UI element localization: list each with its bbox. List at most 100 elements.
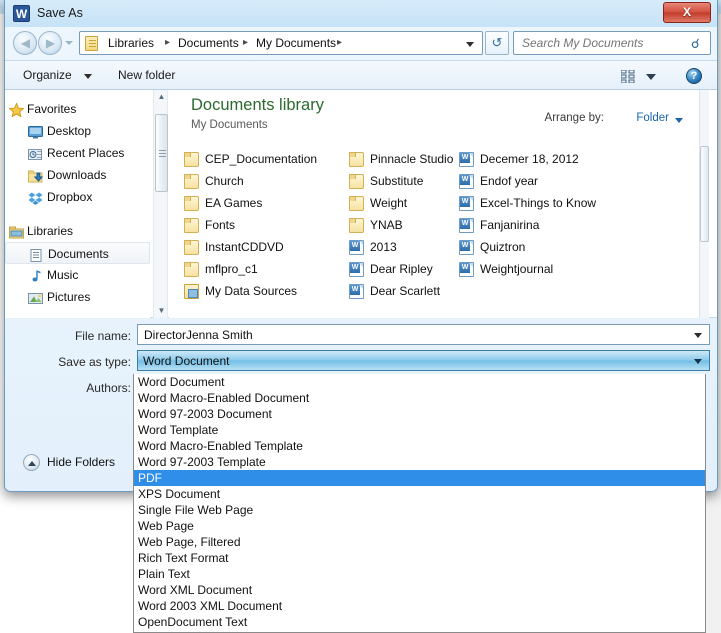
chevron-down-icon[interactable] bbox=[694, 333, 702, 338]
file-item[interactable]: Weightjournal bbox=[458, 258, 708, 280]
dropdown-option[interactable]: Rich Text Format bbox=[134, 550, 705, 566]
file-item[interactable]: Church bbox=[183, 170, 348, 192]
file-item[interactable]: Fonts bbox=[183, 214, 348, 236]
explorer-body: Favorites Desktop Recent Places Download… bbox=[5, 90, 717, 318]
file-item[interactable]: CEP_Documentation bbox=[183, 148, 348, 170]
hide-folders-label: Hide Folders bbox=[47, 455, 116, 469]
dropdown-option[interactable]: Plain Text bbox=[134, 566, 705, 582]
search-box[interactable]: ☌ bbox=[513, 31, 711, 55]
authors-label: Authors: bbox=[86, 381, 131, 395]
dropdown-option[interactable]: Word 2003 XML Document bbox=[134, 598, 705, 614]
folder-icon bbox=[184, 152, 199, 167]
file-item[interactable]: Dear Scarlett bbox=[348, 280, 513, 302]
file-item[interactable]: Fanjanirina bbox=[458, 214, 708, 236]
file-name-input[interactable] bbox=[142, 327, 682, 343]
chevron-down-icon[interactable] bbox=[84, 74, 92, 79]
search-input[interactable] bbox=[520, 34, 685, 52]
folder-icon bbox=[184, 284, 199, 299]
background-document: W Save As X ◀ ▶ Libraries ▸ Documents ▸ … bbox=[0, 0, 721, 633]
file-item[interactable]: EA Games bbox=[183, 192, 348, 214]
file-item[interactable]: Excel-Things to Know bbox=[458, 192, 708, 214]
sidebar-item-libraries[interactable]: Libraries bbox=[5, 220, 150, 242]
file-grid: CEP_Documentation Church EA Games Fonts Inst… bbox=[183, 148, 703, 308]
chevron-down-icon[interactable] bbox=[675, 118, 683, 123]
file-item-label: InstantCDDVD bbox=[205, 240, 284, 254]
sidebar-label: Documents bbox=[48, 247, 109, 261]
chevron-down-icon[interactable] bbox=[646, 74, 656, 80]
word-document-icon bbox=[459, 262, 474, 277]
breadcrumb-separator: ▸ bbox=[243, 37, 249, 48]
sidebar-item-dropbox[interactable]: Dropbox bbox=[5, 186, 150, 208]
sidebar-label: Favorites bbox=[27, 102, 77, 116]
save-as-type-combobox[interactable]: Word Document bbox=[137, 350, 710, 371]
dialog-titlebar: W Save As X bbox=[5, 0, 717, 28]
collapse-up-icon bbox=[23, 454, 40, 471]
dropdown-option[interactable]: Single File Web Page bbox=[134, 502, 705, 518]
forward-arrow-icon: ▶ bbox=[45, 36, 56, 50]
sidebar-scrollbar-thumb[interactable] bbox=[155, 114, 168, 192]
sidebar-item-downloads[interactable]: Downloads bbox=[5, 164, 150, 186]
back-button[interactable]: ◀ bbox=[13, 31, 37, 55]
view-layout-icon[interactable] bbox=[620, 69, 636, 84]
sidebar-item-recent-places[interactable]: Recent Places bbox=[5, 142, 150, 164]
file-item-label: Quiztron bbox=[480, 240, 526, 254]
file-column-3: Decemer 18, 2012 Endof year Excel-Things t… bbox=[458, 148, 708, 280]
dropdown-option[interactable]: Web Page bbox=[134, 518, 705, 534]
breadcrumb-documents[interactable]: Documents bbox=[178, 36, 239, 50]
file-item-label: Dear Ripley bbox=[370, 262, 433, 276]
dropdown-option[interactable]: Word 97-2003 Template bbox=[134, 454, 705, 470]
refresh-button[interactable]: ↺ bbox=[485, 31, 509, 55]
breadcrumb-libraries[interactable]: Libraries bbox=[108, 36, 154, 50]
dropdown-option[interactable]: XPS Document bbox=[134, 486, 705, 502]
navigation-sidebar: Favorites Desktop Recent Places Download… bbox=[5, 90, 150, 318]
dropdown-option[interactable]: Web Page, Filtered bbox=[134, 534, 705, 550]
dropdown-option[interactable]: Word Macro-Enabled Template bbox=[134, 438, 705, 454]
file-list-scrollbar[interactable] bbox=[699, 90, 709, 318]
file-item-label: Substitute bbox=[370, 174, 424, 188]
file-item-label: EA Games bbox=[205, 196, 263, 210]
chevron-down-icon[interactable] bbox=[694, 359, 702, 364]
organize-button[interactable]: Organize bbox=[23, 68, 72, 82]
folder-icon bbox=[349, 174, 364, 189]
dropdown-option[interactable]: Word 97-2003 Document bbox=[134, 406, 705, 422]
sidebar-item-pictures[interactable]: Pictures bbox=[5, 286, 150, 308]
dropdown-option[interactable]: Word Macro-Enabled Document bbox=[134, 390, 705, 406]
file-item[interactable]: Decemer 18, 2012 bbox=[458, 148, 708, 170]
file-item[interactable]: Quiztron bbox=[458, 236, 708, 258]
dropdown-option[interactable]: Word Template bbox=[134, 422, 705, 438]
dropdown-option[interactable]: Word XML Document bbox=[134, 582, 705, 598]
file-item[interactable]: My Data Sources bbox=[183, 280, 348, 302]
sidebar-scrollbar[interactable]: ▲ ▼ bbox=[153, 90, 168, 318]
library-title: Documents library bbox=[191, 96, 324, 114]
close-button[interactable]: X bbox=[663, 2, 711, 23]
word-app-icon: W bbox=[13, 5, 30, 22]
forward-button[interactable]: ▶ bbox=[38, 31, 62, 55]
chevron-down-icon[interactable] bbox=[466, 42, 474, 47]
breadcrumb-my-documents[interactable]: My Documents bbox=[256, 36, 336, 50]
save-as-type-label: Save as type: bbox=[58, 355, 131, 369]
address-bar[interactable]: Libraries ▸ Documents ▸ My Documents ▸ bbox=[79, 31, 483, 55]
sidebar-label: Libraries bbox=[27, 224, 74, 238]
file-item[interactable]: InstantCDDVD bbox=[183, 236, 348, 258]
scroll-down-icon[interactable]: ▼ bbox=[154, 304, 169, 318]
file-item[interactable]: mflpro_c1 bbox=[183, 258, 348, 280]
hide-folders-button[interactable]: Hide Folders bbox=[23, 454, 115, 471]
scroll-up-icon[interactable]: ▲ bbox=[154, 90, 169, 104]
sidebar-item-desktop[interactable]: Desktop bbox=[5, 120, 150, 142]
help-icon[interactable]: ? bbox=[686, 68, 702, 84]
file-list-scrollbar-thumb[interactable] bbox=[700, 146, 709, 242]
dropdown-option[interactable]: Word Document bbox=[134, 374, 705, 390]
recent-locations-icon[interactable] bbox=[65, 41, 73, 45]
sidebar-item-favorites[interactable]: Favorites bbox=[5, 98, 150, 120]
arrange-by-value[interactable]: Folder bbox=[636, 112, 669, 124]
dropdown-option[interactable]: PDF bbox=[134, 470, 705, 486]
file-name-field[interactable] bbox=[137, 324, 710, 345]
word-document-icon bbox=[459, 196, 474, 211]
sidebar-item-documents[interactable]: Documents bbox=[5, 242, 150, 264]
new-folder-button[interactable]: New folder bbox=[118, 68, 175, 82]
save-as-type-dropdown-list[interactable]: Word Document Word Macro-Enabled Document… bbox=[133, 374, 706, 633]
file-item[interactable]: Endof year bbox=[458, 170, 708, 192]
sidebar-item-music[interactable]: Music bbox=[5, 264, 150, 286]
word-document-icon bbox=[349, 240, 364, 255]
dropdown-option[interactable]: OpenDocument Text bbox=[134, 614, 705, 630]
